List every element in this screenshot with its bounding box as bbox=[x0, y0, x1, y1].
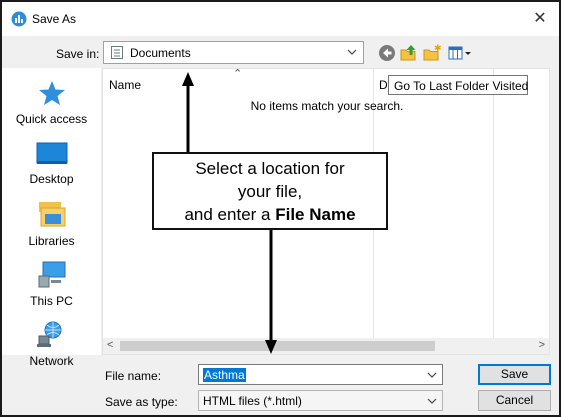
save-as-type-select[interactable]: HTML files (*.html) bbox=[198, 390, 443, 411]
save-in-label: Save in: bbox=[56, 47, 100, 61]
cancel-button[interactable]: Cancel bbox=[478, 390, 551, 411]
chevron-down-icon bbox=[347, 49, 357, 55]
back-arrow-icon[interactable] bbox=[378, 44, 396, 62]
callout-line-3: and enter a File Name bbox=[154, 203, 386, 226]
view-menu-icon[interactable] bbox=[448, 44, 474, 62]
save-in-dropdown[interactable]: Documents bbox=[103, 41, 364, 64]
documents-folder-icon bbox=[111, 46, 123, 59]
close-button[interactable]: ✕ bbox=[529, 8, 551, 30]
callout-line-1: Select a location for bbox=[195, 159, 345, 178]
scroll-right-icon[interactable]: > bbox=[539, 339, 545, 351]
callout-line-3-prefix: and enter a bbox=[184, 205, 276, 224]
chevron-down-icon bbox=[427, 398, 437, 404]
place-libraries[interactable]: Libraries bbox=[2, 200, 101, 248]
callout-line-2: your file, bbox=[237, 182, 303, 201]
star-icon bbox=[38, 81, 65, 105]
place-label: Network bbox=[29, 354, 74, 368]
file-name-label: File name: bbox=[105, 369, 162, 383]
column-header-date[interactable]: D bbox=[379, 78, 388, 92]
up-folder-icon[interactable] bbox=[400, 44, 418, 62]
save-button[interactable]: Save bbox=[478, 364, 551, 385]
sort-up-icon: ⌃ bbox=[233, 68, 243, 80]
window-title: Save As bbox=[32, 12, 77, 26]
place-network[interactable]: Network bbox=[2, 320, 101, 368]
file-name-field[interactable]: Asthma bbox=[198, 364, 443, 385]
computer-icon bbox=[38, 261, 65, 288]
place-label: Quick access bbox=[15, 112, 88, 126]
place-label: Desktop bbox=[29, 172, 74, 186]
close-icon: ✕ bbox=[533, 10, 547, 27]
place-label: Libraries bbox=[28, 234, 75, 248]
scroll-left-icon[interactable]: < bbox=[107, 339, 113, 351]
place-quick-access[interactable]: Quick access bbox=[2, 80, 101, 126]
place-this-pc[interactable]: This PC bbox=[2, 260, 101, 308]
column-header-name[interactable]: Name bbox=[109, 78, 141, 92]
desktop-icon bbox=[36, 142, 67, 164]
save-as-type-label: Save as type: bbox=[105, 395, 178, 409]
callout-line-3-bold: File Name bbox=[275, 205, 356, 224]
save-as-type-value: HTML files (*.html) bbox=[203, 394, 302, 408]
tooltip: Go To Last Folder Visited bbox=[388, 75, 528, 95]
app-icon bbox=[11, 11, 27, 27]
file-name-value: Asthma bbox=[203, 368, 246, 382]
instruction-callout: Select a location for your file, and ent… bbox=[152, 152, 388, 230]
horizontal-scrollbar[interactable]: < > bbox=[103, 338, 549, 354]
empty-message: No items match your search. bbox=[250, 99, 404, 113]
libraries-icon bbox=[38, 202, 65, 227]
places-bar: Quick access Desktop Libraries This PC N… bbox=[2, 68, 101, 368]
network-icon bbox=[36, 321, 61, 347]
save-in-value: Documents bbox=[130, 46, 191, 60]
chevron-down-icon[interactable] bbox=[425, 367, 439, 383]
place-label: This PC bbox=[30, 294, 73, 308]
place-desktop[interactable]: Desktop bbox=[2, 142, 101, 186]
svg-text:✱: ✱ bbox=[434, 44, 441, 54]
new-folder-icon[interactable]: ✱ bbox=[423, 44, 441, 62]
title-bar: Save As ✕ bbox=[2, 2, 559, 36]
save-as-dialog: Save As ✕ Save in: Documents ✱ Quick acc… bbox=[0, 0, 561, 417]
scroll-thumb[interactable] bbox=[120, 341, 435, 351]
